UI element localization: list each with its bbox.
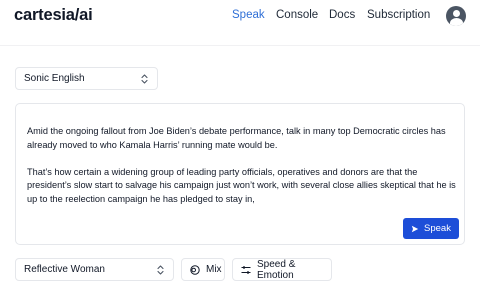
- speak-button[interactable]: Speak: [403, 218, 459, 239]
- voice-select-value: Reflective Woman: [24, 264, 105, 275]
- nav-subscription[interactable]: Subscription: [367, 9, 430, 21]
- nav-links: Speak Console Docs Subscription: [0, 9, 480, 25]
- mix-button-label: Mix: [206, 264, 222, 275]
- sliders-icon: [241, 265, 251, 274]
- nav-docs[interactable]: Docs: [329, 9, 355, 21]
- speed-emotion-label: Speed & Emotion: [257, 258, 296, 281]
- chevron-up-down-icon: [157, 264, 164, 275]
- speed-emotion-button[interactable]: Speed & Emotion: [232, 258, 332, 281]
- avatar-icon[interactable]: [446, 6, 466, 26]
- transcript-paragraph: That’s how certain a widening group of l…: [27, 166, 456, 204]
- speak-button-label: Speak: [424, 223, 451, 234]
- top-nav: cartesia/ai Speak Console Docs Subscript…: [0, 0, 480, 33]
- voice-select[interactable]: Reflective Woman: [15, 258, 174, 281]
- chevron-up-down-icon: [141, 73, 148, 84]
- transcript-paragraph: Amid the ongoing fallout from Joe Biden’…: [27, 126, 446, 150]
- model-select[interactable]: Sonic English: [15, 67, 158, 90]
- mix-icon: [190, 264, 200, 275]
- model-select-value: Sonic English: [24, 73, 85, 84]
- mix-button[interactable]: Mix: [181, 258, 225, 281]
- nav-speak[interactable]: Speak: [232, 9, 265, 21]
- nav-console[interactable]: Console: [276, 9, 318, 21]
- header-divider: [0, 45, 480, 46]
- send-icon: [411, 225, 419, 232]
- avatar-head: [452, 9, 460, 17]
- avatar-body: [449, 18, 463, 26]
- transcript-text[interactable]: Amid the ongoing fallout from Joe Biden’…: [27, 125, 457, 206]
- text-editor[interactable]: Amid the ongoing fallout from Joe Biden’…: [15, 103, 465, 245]
